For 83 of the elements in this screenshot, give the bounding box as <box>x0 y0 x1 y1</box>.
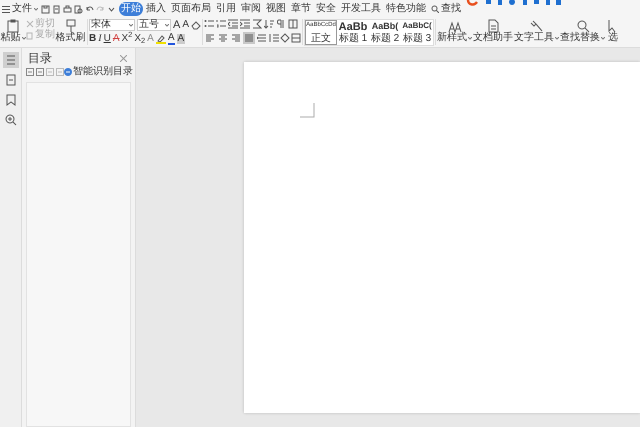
caret-icon <box>129 24 133 26</box>
save-icon[interactable] <box>41 4 50 14</box>
clipboard-icon <box>6 19 20 33</box>
style-item[interactable]: AaBb( 标题 2 <box>369 20 402 45</box>
bookmark-icon <box>4 93 18 107</box>
menu-tab[interactable]: 视图 <box>264 2 288 16</box>
caret-icon <box>34 8 38 10</box>
style-item[interactable]: AaBbC( 标题 3 <box>401 20 434 45</box>
paragraph-mark-icon[interactable] <box>276 19 286 29</box>
character-shading-button[interactable]: A <box>176 34 186 44</box>
align-left-button[interactable] <box>204 32 216 44</box>
italic-button[interactable]: I <box>98 34 102 44</box>
grow-font-button[interactable]: A <box>173 20 180 30</box>
menu-tab[interactable]: 页面布局 <box>169 2 213 16</box>
print-icon[interactable] <box>63 4 72 14</box>
page-icon <box>4 73 18 87</box>
text-tools-button[interactable]: 文字工具 <box>514 19 560 43</box>
border-icon[interactable] <box>288 19 298 29</box>
search-icon <box>576 19 590 33</box>
caret-icon <box>555 36 560 40</box>
align-center-button[interactable] <box>217 32 230 44</box>
menu-tab[interactable]: 开始 <box>119 2 143 16</box>
caret-icon <box>165 24 169 26</box>
justify-button[interactable] <box>243 32 256 44</box>
caret-icon <box>468 36 472 40</box>
letters-icon <box>448 19 462 33</box>
file-menu-button[interactable]: 文件 <box>2 4 38 14</box>
underline-button[interactable]: U <box>104 34 111 44</box>
smart-toc-button[interactable]: 智能识别目录 <box>64 67 133 77</box>
scissors-icon <box>26 20 34 28</box>
smart-icon <box>64 68 72 76</box>
caret-icon <box>601 36 606 40</box>
undo-icon[interactable] <box>85 4 94 14</box>
menu-tab[interactable]: 安全 <box>314 2 338 16</box>
panel-title: 目录 <box>28 52 52 64</box>
find-replace-button[interactable]: 查找替换 <box>560 19 606 43</box>
menu-tab[interactable]: 开发工具 <box>339 2 383 16</box>
highlighter-icon[interactable] <box>156 34 166 44</box>
line-spacing-icon[interactable] <box>269 33 280 43</box>
document-icon <box>486 19 500 33</box>
numbered-list-icon[interactable] <box>216 19 226 29</box>
menu-tab[interactable]: 特色功能 <box>384 2 428 16</box>
distributed-align-button[interactable] <box>256 32 268 44</box>
search-button[interactable]: 查找 <box>431 4 461 14</box>
paintbrush-icon <box>64 19 78 33</box>
menu-tab[interactable]: 插入 <box>144 2 168 16</box>
new-style-button[interactable]: 新样式 <box>437 19 472 43</box>
outline-button[interactable] <box>2 52 18 68</box>
borders-icon[interactable] <box>291 33 302 43</box>
zoom-search-icon <box>4 113 18 127</box>
align-right-button[interactable] <box>230 32 242 44</box>
bullet-list-icon[interactable] <box>204 19 214 29</box>
caret-icon <box>22 36 26 40</box>
font-color-button[interactable]: A <box>168 33 175 45</box>
shrink-font-button[interactable]: A <box>182 20 190 30</box>
menu-tab[interactable]: 审阅 <box>239 2 263 16</box>
menu-icon <box>2 6 10 12</box>
close-icon[interactable] <box>120 54 127 62</box>
select-button[interactable]: 选 <box>606 19 620 43</box>
format-painter-button[interactable]: 格式刷 <box>55 19 86 43</box>
search-icon <box>431 5 439 13</box>
margin-corner-icon <box>300 103 315 118</box>
increase-indent-icon[interactable] <box>240 19 250 29</box>
decrease-indent-icon[interactable] <box>228 19 238 29</box>
paste-button[interactable]: 粘贴 <box>0 19 26 43</box>
menu-tab[interactable]: 章节 <box>289 2 313 16</box>
strikethrough-button[interactable]: A <box>112 34 120 44</box>
eraser-icon[interactable] <box>191 20 202 30</box>
preview-icon[interactable] <box>74 4 83 14</box>
menu-tab[interactable]: 引用 <box>214 2 238 16</box>
copy-icon <box>26 30 34 40</box>
font-size-dropdown[interactable]: 五号 <box>137 19 171 31</box>
document-assistant-button[interactable]: 文档助手 <box>473 19 514 43</box>
font-name-dropdown[interactable]: 宋体 <box>89 19 135 31</box>
collapse-icon[interactable] <box>26 68 34 76</box>
style-item[interactable]: AaBb 标题 1 <box>337 20 370 45</box>
wrench-icon <box>530 19 544 33</box>
zoom-search-button[interactable] <box>2 112 18 128</box>
bold-button[interactable]: B <box>89 34 96 44</box>
sort-icon[interactable] <box>264 19 274 29</box>
subscript-button[interactable]: X$_{2}$ <box>134 34 146 44</box>
expand-icon[interactable] <box>36 68 44 76</box>
superscript-button[interactable]: X$^{2}$ <box>121 34 132 44</box>
